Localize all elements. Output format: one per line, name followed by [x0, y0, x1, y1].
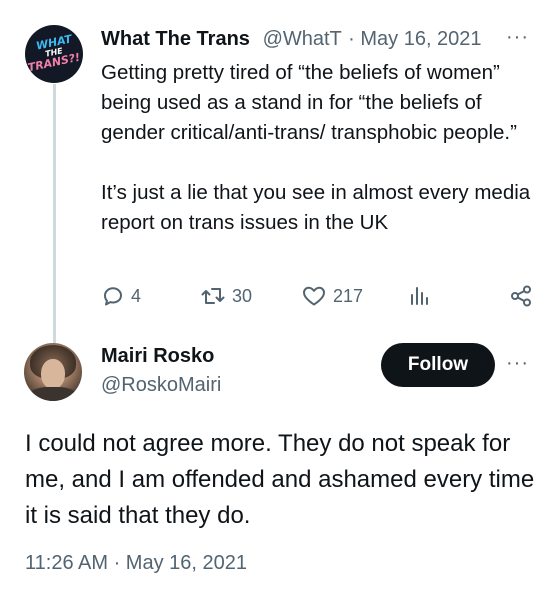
- like-icon: [301, 284, 327, 308]
- like-button[interactable]: 217: [301, 282, 363, 310]
- follow-button[interactable]: Follow: [381, 343, 495, 387]
- like-count: 217: [333, 285, 364, 306]
- avatar[interactable]: [24, 343, 82, 401]
- retweet-icon: [200, 284, 226, 308]
- tweet-paragraph: It’s just a lie that you see in almost e…: [101, 181, 531, 234]
- more-icon[interactable]: ···: [506, 352, 529, 375]
- views-icon: [407, 284, 431, 308]
- retweet-button[interactable]: 30: [200, 282, 252, 310]
- display-name[interactable]: What The Trans: [101, 28, 257, 51]
- reply-button[interactable]: 4: [101, 282, 141, 310]
- tweet-text: Getting pretty tired of “the beliefs of …: [101, 58, 541, 238]
- retweet-count: 30: [232, 285, 253, 306]
- avatar-body: [28, 387, 78, 401]
- separator-dot: ·: [348, 28, 355, 50]
- avatar[interactable]: WHAT THE TRANS?!: [25, 25, 83, 83]
- display-name[interactable]: Mairi Rosko: [101, 345, 214, 368]
- views-button[interactable]: [407, 282, 431, 310]
- tweet-timestamp[interactable]: 11:26 AM · May 16, 2021: [25, 552, 247, 575]
- share-button[interactable]: [509, 282, 533, 310]
- share-icon: [509, 284, 533, 308]
- tweet-date[interactable]: May 16, 2021: [360, 28, 481, 50]
- tweet-text: I could not agree more. They do not spea…: [25, 430, 535, 529]
- thread-line: [53, 84, 56, 346]
- user-handle[interactable]: @RoskoMairi: [101, 374, 221, 397]
- avatar-face: [41, 359, 65, 389]
- tweet-paragraph: Getting pretty tired of “the beliefs of …: [101, 61, 517, 144]
- user-handle[interactable]: @WhatT: [263, 28, 343, 51]
- reply-count: 4: [131, 285, 142, 306]
- tweet-header: What The Trans @WhatT · May 16, 2021: [101, 28, 541, 56]
- more-icon[interactable]: ···: [506, 26, 529, 49]
- reply-icon: [101, 284, 125, 308]
